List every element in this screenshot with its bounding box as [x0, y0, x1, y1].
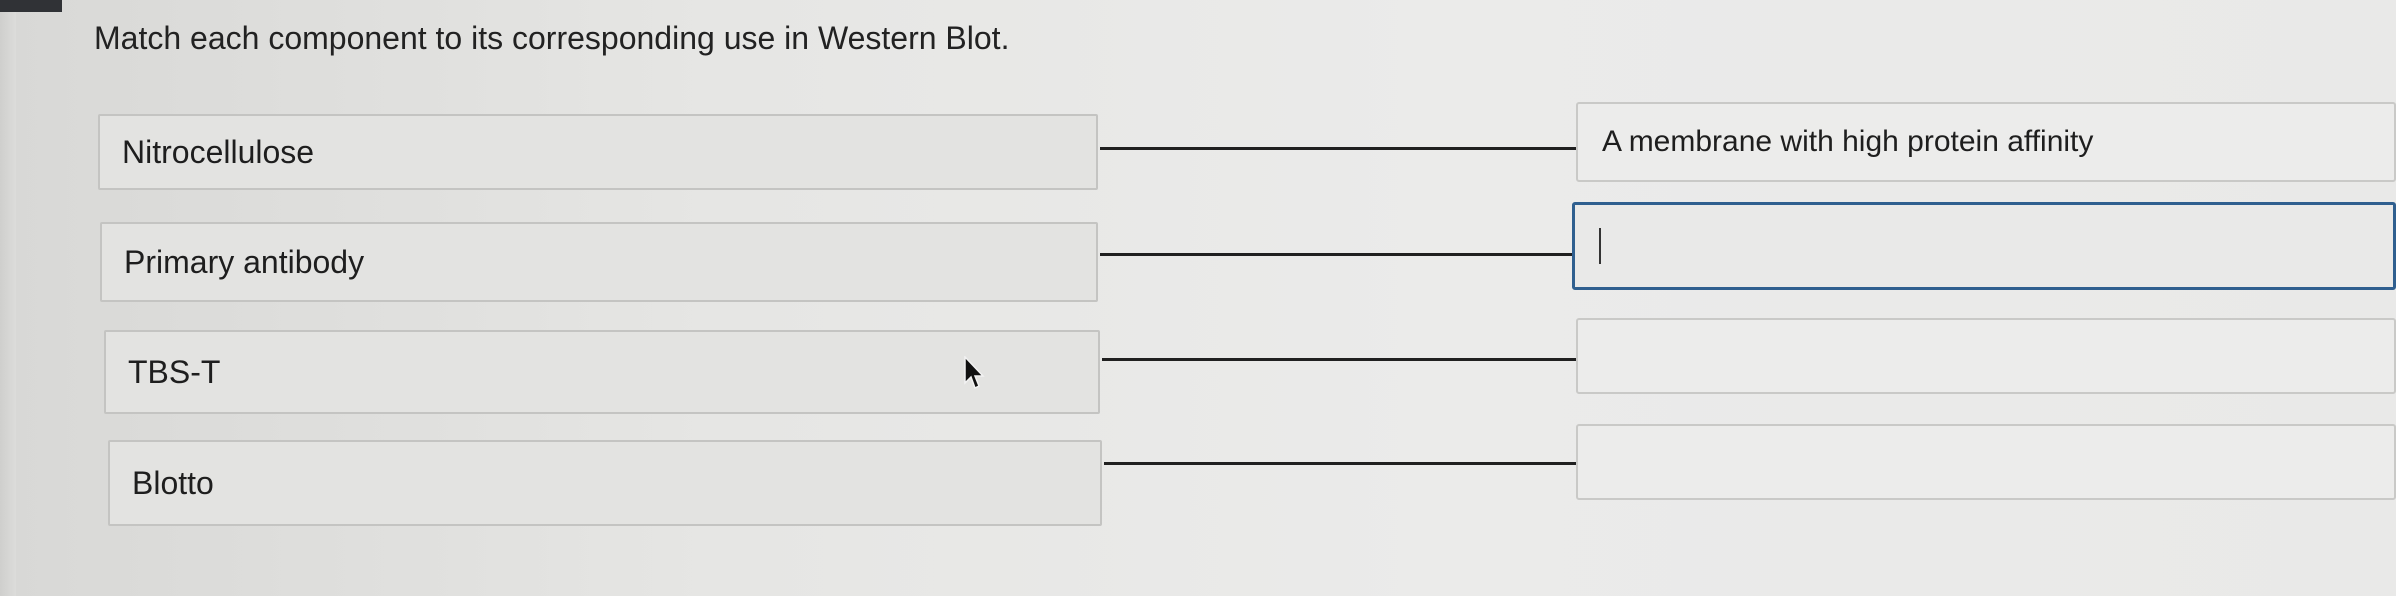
premise-label: Nitrocellulose: [122, 133, 315, 170]
match-connector-line: [1104, 462, 1576, 465]
answer-input-focused[interactable]: [1572, 202, 2396, 290]
premise-label: TBS-T: [128, 353, 221, 390]
premise-item: Blotto: [108, 440, 1102, 526]
question-prompt: Match each component to its correspondin…: [94, 20, 1010, 56]
answer-text: A membrane with high protein affinity: [1602, 125, 2094, 158]
window-corner-mark: [0, 0, 62, 12]
premise-item: Primary antibody: [100, 222, 1098, 302]
match-connector-line: [1102, 358, 1576, 361]
premise-label: Primary antibody: [124, 243, 365, 280]
match-connector-line: [1100, 147, 1576, 150]
premise-item: TBS-T: [104, 330, 1100, 414]
answer-input[interactable]: [1576, 318, 2396, 394]
premise-item: Nitrocellulose: [98, 114, 1098, 190]
answer-input[interactable]: [1576, 424, 2396, 500]
answer-input[interactable]: A membrane with high protein affinity: [1576, 102, 2396, 182]
match-connector-line: [1100, 253, 1572, 256]
window-left-edge: [0, 0, 16, 596]
premise-label: Blotto: [132, 464, 214, 501]
mouse-pointer-icon: [964, 356, 985, 390]
text-caret-icon: [1599, 228, 1601, 264]
